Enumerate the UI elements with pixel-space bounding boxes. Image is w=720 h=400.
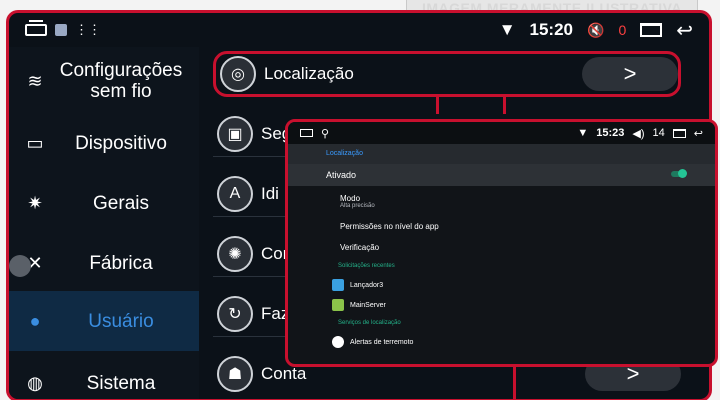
back-icon: ↩ (693, 127, 703, 140)
home-icon (300, 129, 313, 137)
status-bar: ⋮⋮ ▼ 15:20 🔇 0 ↩ (9, 13, 709, 47)
callout-connector-top (436, 94, 506, 114)
row-label: Conta (261, 364, 307, 383)
scroll-knob[interactable] (9, 255, 31, 277)
android-icon: ☗ (217, 356, 253, 392)
inset-header: Localização (288, 144, 715, 164)
settings-sidebar: ≋ Configurações sem fio ▭ Dispositivo ✷ … (9, 47, 199, 399)
recent-app-row[interactable]: MainServer (288, 295, 715, 315)
recent-apps-icon[interactable] (640, 23, 663, 37)
sidebar-item-user[interactable]: ● Usuário (9, 291, 199, 351)
app-permissions-row[interactable]: Permissões no nível do app (288, 216, 715, 237)
volume-icon: ◀) (632, 127, 645, 140)
sidebar-item-system[interactable]: ◍ Sistema (9, 355, 199, 399)
android-icon (332, 299, 344, 311)
home-icon[interactable] (25, 20, 47, 36)
wifi-icon: ▼ (498, 20, 516, 39)
screenshot-stage: IMAGEM MERAMENTE ILUSTRATIVA ⋮⋮ ▼ 15:20 … (0, 0, 720, 400)
service-row[interactable]: Alertas de terremoto (288, 332, 715, 352)
location-toggle[interactable] (671, 169, 687, 178)
permissions-label: Permissões no nível do app (340, 222, 439, 231)
sidebar-item-label: Sistema (86, 372, 156, 394)
wifi-icon: ≋ (27, 70, 43, 91)
globe-icon: ◍ (27, 372, 43, 393)
back-icon[interactable]: ↩ (676, 18, 693, 43)
location-settings-inset: ⚲ ▼ 15:23 ◀) 14 ↩ Localização Ativado Mo… (285, 119, 718, 367)
sidebar-item-label: Configurações sem fio (59, 60, 183, 102)
mode-value: Alta precisão (340, 202, 375, 209)
sidebar-item-label: Gerais (93, 192, 149, 214)
sidebar-item-label: Dispositivo (75, 132, 167, 154)
verification-label: Verificação (340, 243, 380, 252)
recent-apps-icon (672, 128, 686, 138)
monitor-icon: ▭ (26, 132, 44, 153)
row-arrow-button[interactable]: > (582, 57, 678, 91)
service-label: Alertas de terremoto (350, 338, 414, 346)
sidebar-item-wireless[interactable]: ≋ Configurações sem fio (9, 51, 199, 111)
user-icon: ● (29, 310, 41, 331)
wifi-icon: ▼ (577, 127, 589, 139)
app-square-icon (55, 24, 67, 36)
location-target-icon: ◎ (220, 56, 256, 92)
settings-cog-icon: ✺ (217, 235, 253, 272)
volume-muted-icon: 🔇 (587, 21, 605, 38)
inset-status-bar: ⚲ ▼ 15:23 ◀) 14 ↩ (288, 122, 715, 144)
inset-volume-level: 14 (652, 127, 665, 139)
sidebar-item-label: Fábrica (89, 252, 153, 274)
launcher-app-icon (332, 279, 344, 291)
verification-row[interactable]: Verificação (288, 237, 715, 258)
location-enabled-row[interactable]: Ativado (288, 164, 715, 186)
location-pin-icon: ⚲ (321, 127, 330, 140)
inset-status-time: 15:23 (596, 127, 625, 139)
volume-level: 0 (618, 22, 627, 38)
callout-connector-bottom (513, 366, 516, 400)
status-time: 15:20 (529, 20, 573, 39)
sidebar-item-label: Usuário (88, 310, 154, 332)
row-label: Localização (264, 64, 354, 83)
app-label: Lançador3 (350, 281, 384, 289)
enabled-label: Ativado (326, 170, 357, 180)
notification-dots-icon: ⋮⋮ (75, 22, 101, 37)
recent-app-row[interactable]: Lançador3 (288, 275, 715, 295)
sidebar-item-general[interactable]: ✷ Gerais (9, 175, 199, 231)
language-icon: A (217, 175, 253, 212)
location-services-header: Serviços de localização (338, 320, 401, 326)
refresh-icon: ↻ (217, 295, 253, 332)
gear-icon: ✷ (27, 192, 43, 213)
sidebar-item-device[interactable]: ▭ Dispositivo (9, 115, 199, 171)
row-label: Idi (261, 183, 279, 203)
row-location[interactable]: ◎ Localização > (213, 51, 681, 97)
mode-label: Modo (340, 193, 361, 203)
lock-icon: ▣ (217, 115, 253, 152)
google-icon (332, 336, 344, 348)
recent-requests-header: Solicitações recentes (338, 263, 395, 269)
mode-row[interactable]: Modo Alta precisão (288, 186, 715, 216)
sidebar-item-factory[interactable]: ✕ Fábrica (9, 235, 199, 291)
app-label: MainServer (350, 301, 386, 309)
